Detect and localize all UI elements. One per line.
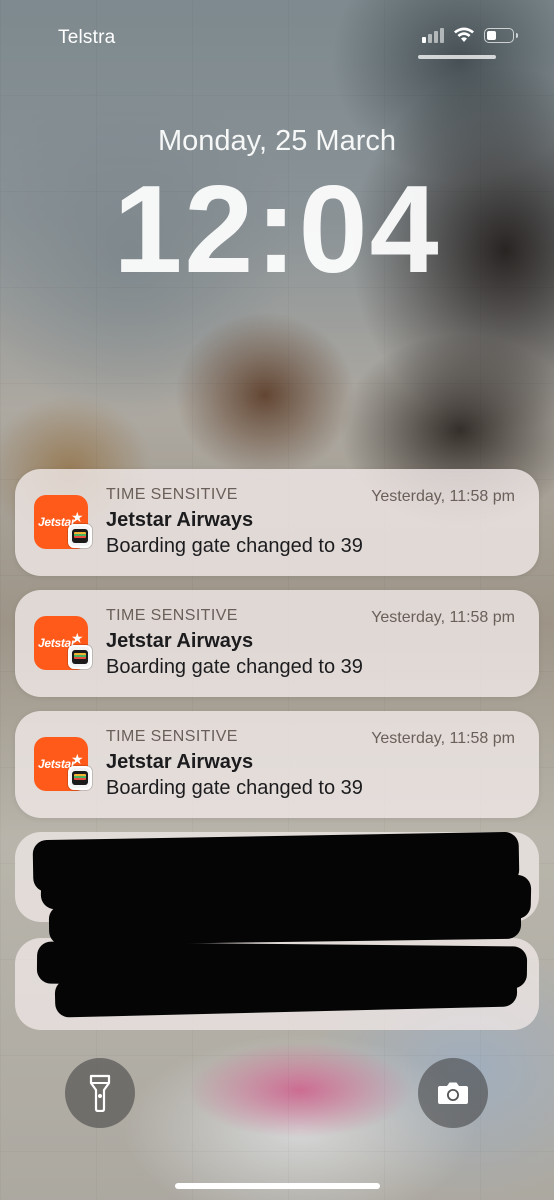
- cellular-signal-icon: [422, 27, 444, 43]
- flashlight-button[interactable]: [65, 1058, 135, 1128]
- notification-message: Boarding gate changed to 39: [106, 535, 363, 557]
- notification-app-name: Jetstar Airways: [106, 509, 254, 531]
- wallet-badge-icon: [68, 524, 92, 548]
- lock-screen-date: Monday, 25 March: [157, 125, 397, 157]
- lock-screen-clock: 12:04: [113, 161, 441, 299]
- status-bar: Telstra: [0, 0, 554, 60]
- notification-timestamp: Yesterday, 11:58 pm: [371, 609, 515, 626]
- notification-app-name: Jetstar Airways: [106, 630, 254, 652]
- wallet-badge-icon: [68, 645, 92, 669]
- status-icons: [422, 27, 518, 43]
- notification-message: Boarding gate changed to 39: [106, 777, 363, 799]
- notification-priority-label: TIME SENSITIVE: [106, 607, 238, 624]
- notification-message: Boarding gate changed to 39: [106, 656, 363, 678]
- battery-icon: [484, 27, 518, 43]
- notification-priority-label: TIME SENSITIVE: [106, 486, 238, 503]
- wallet-badge-icon: [68, 766, 92, 790]
- notification-app-name: Jetstar Airways: [106, 751, 254, 773]
- notification-priority-label: TIME SENSITIVE: [106, 728, 238, 745]
- notification-card[interactable]: Jetstar ★ TIME SENSITIVE Yesterday, 11:5…: [15, 469, 539, 576]
- redacted-notifications[interactable]: [15, 831, 539, 1030]
- notification-card[interactable]: Jetstar ★ TIME SENSITIVE Yesterday, 11:5…: [15, 711, 539, 818]
- camera-icon: [438, 1082, 468, 1104]
- control-center-indicator[interactable]: [418, 55, 496, 59]
- flashlight-icon: [89, 1074, 111, 1112]
- camera-button[interactable]: [418, 1058, 488, 1128]
- notification-timestamp: Yesterday, 11:58 pm: [371, 488, 515, 505]
- notification-card[interactable]: Jetstar ★ TIME SENSITIVE Yesterday, 11:5…: [15, 590, 539, 697]
- home-indicator[interactable]: [175, 1183, 380, 1189]
- redaction-mark: [48, 898, 522, 946]
- carrier-name: Telstra: [58, 27, 116, 48]
- wifi-icon: [454, 27, 474, 42]
- notification-timestamp: Yesterday, 11:58 pm: [371, 730, 515, 747]
